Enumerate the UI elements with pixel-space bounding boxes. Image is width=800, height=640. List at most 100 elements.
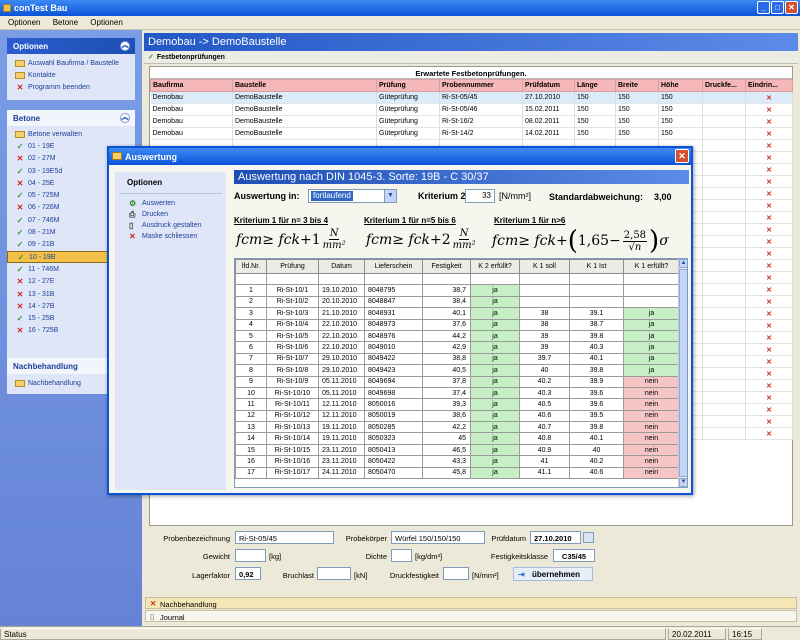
dialog-option-item[interactable]: ✕ Maske schliessen xyxy=(115,231,226,242)
table-cell: Ri-St-10/4 xyxy=(266,318,319,331)
table-row[interactable]: 4 Ri-St-10/4 22.10.2010 8048973 37,6 ja 38 38.7… xyxy=(235,318,680,331)
sidebar-item-kontakte[interactable]: Kontakte xyxy=(7,69,135,81)
column-header[interactable]: Eindrin... xyxy=(745,79,793,92)
probenbezeichnung-input[interactable]: Ri-St-05/45 xyxy=(235,531,334,544)
column-header[interactable]: Lieferschein xyxy=(364,259,423,274)
column-header[interactable]: Prüfung xyxy=(376,79,440,92)
dialog-option-item[interactable]: ▯ Ausdruck gestalten xyxy=(115,220,226,231)
column-header[interactable]: Baufirma xyxy=(150,79,233,92)
tab-festbetonpruefungen[interactable]: ✓ Festbetonprüfungen xyxy=(144,51,798,64)
column-header[interactable]: Festigkeit xyxy=(422,259,471,274)
column-header[interactable]: Baustelle xyxy=(232,79,377,92)
sidebar-item-beton[interactable]: Betone verwalten xyxy=(7,128,135,140)
status-cross-cell: ✕ xyxy=(745,403,793,416)
sidebar-item-label: 08 - 21M xyxy=(28,229,56,237)
table-row[interactable]: Demobau DemoBaustelle Güteprüfung Ri-St-05/… xyxy=(150,103,793,116)
chevron-down-icon[interactable]: ▼ xyxy=(384,190,396,202)
sidebar-panel-header[interactable]: Betone ︽ xyxy=(7,110,135,126)
menu-optionen[interactable]: Optionen xyxy=(0,16,45,27)
column-header[interactable]: Datum xyxy=(318,259,365,274)
table-row[interactable]: Demobau DemoBaustelle Güteprüfung Ri-St-05/… xyxy=(150,91,793,104)
column-header[interactable]: K 1 erfüllt? xyxy=(623,259,680,274)
table-row[interactable]: 9 Ri-St-10/9 05.11.2010 8049694 37,8 ja 40.2 39… xyxy=(235,375,680,388)
table-caption: Erwartete Festbetonprüfungen. xyxy=(150,67,792,79)
probekoerper-input[interactable]: Würfel 150/150/150 xyxy=(391,531,485,544)
sidebar-item-label: 15 - 25B xyxy=(28,315,55,323)
column-header[interactable]: Probennummer xyxy=(439,79,523,92)
table-row[interactable]: Demobau DemoBaustelle Güteprüfung Ri-St-14/… xyxy=(150,127,793,140)
column-header[interactable]: Höhe xyxy=(658,79,703,92)
column-header[interactable]: Prüfdatum xyxy=(522,79,575,92)
column-header[interactable]: Breite xyxy=(615,79,659,92)
sidebar-panel-header[interactable]: Optionen ︽ xyxy=(7,38,135,54)
table-row[interactable]: 17 Ri-St-10/17 24.11.2010 8050470 45,8 ja 41.1… xyxy=(235,466,680,480)
lagerfaktor-input[interactable]: 0,92 xyxy=(235,567,261,580)
table-row[interactable]: 15 Ri-St-10/15 23.11.2010 8050413 46,5 ja 40.9… xyxy=(235,443,680,457)
table-row[interactable]: 3 Ri-St-10/3 21.10.2010 8048931 40,1 ja 38 39.1… xyxy=(235,307,680,320)
table-cell: 23.11.2010 xyxy=(318,455,365,468)
column-header[interactable]: Länge xyxy=(574,79,616,92)
sidebar-item-baufirma[interactable]: Auswahl Baufirma / Baustelle xyxy=(7,57,135,69)
sample-form: Probenbezeichnung Ri-St-05/45 Probekörpe… xyxy=(149,528,793,594)
table-row[interactable]: 12 Ri-St-10/12 12.11.2010 8050019 38,6 ja 40.6… xyxy=(235,409,680,423)
table-row[interactable]: 5 Ri-St-10/5 22.10.2010 8048976 44,2 ja 39 39.8… xyxy=(235,329,680,343)
column-header[interactable]: K 2 erfüllt? xyxy=(470,259,520,274)
druckfestigkeit-input[interactable] xyxy=(443,567,469,580)
table-row[interactable]: 6 Ri-St-10/6 22.10.2010 8049010 42,9 ja 39 40.3… xyxy=(235,341,680,354)
table-row[interactable]: Demobau DemoBaustelle Güteprüfung Ri-St-16/… xyxy=(150,115,793,128)
section-journal[interactable]: ▯ Journal xyxy=(145,610,797,622)
table-row[interactable]: 1 Ri-St-10/1 19.10.2010 8048795 38,7 ja xyxy=(235,284,680,297)
festigkeitsklasse-input[interactable]: C35/45 xyxy=(553,549,595,562)
scroll-up-icon[interactable]: ▲ xyxy=(679,259,687,268)
table-cell: 41.1 xyxy=(519,466,570,480)
dialog-option-item[interactable]: ⎙ Drucken xyxy=(115,209,226,220)
calendar-icon[interactable] xyxy=(583,532,594,543)
close-button[interactable]: ✕ xyxy=(785,1,798,14)
collapse-icon[interactable]: ︽ xyxy=(120,41,130,51)
dialog-option-item[interactable]: ⚙ Auswerten xyxy=(115,198,226,209)
table-cell xyxy=(519,295,570,309)
minimize-button[interactable]: _ xyxy=(757,1,770,14)
scroll-down-icon[interactable]: ▼ xyxy=(679,478,687,487)
column-header[interactable]: Prüfung xyxy=(266,259,319,274)
column-header[interactable]: Druckfe... xyxy=(702,79,746,92)
panel-title: Optionen xyxy=(13,42,49,51)
menu-bar: Optionen Betone Optionen xyxy=(0,16,800,30)
table-cell xyxy=(702,355,746,368)
table-row[interactable]: 11 Ri-St-10/11 12.11.2010 8050016 39,3 ja 40.5… xyxy=(235,398,680,411)
table-cell: 40 xyxy=(569,443,624,457)
collapse-icon[interactable]: ︽ xyxy=(120,113,130,123)
menu-betone[interactable]: Betone xyxy=(48,16,83,27)
pruefdatum-input[interactable]: 27.10.2010 xyxy=(530,531,581,544)
dialog-close-button[interactable]: ✕ xyxy=(675,149,689,163)
column-header[interactable]: K 1 soll xyxy=(519,259,570,274)
evaluation-scrollbar[interactable]: ▲ ▼ xyxy=(678,259,687,487)
table-row[interactable]: 13 Ri-St-10/13 19.11.2010 8050285 42,2 ja 40.7… xyxy=(235,421,680,434)
table-cell xyxy=(623,295,680,309)
section-label: Nachbehandlung xyxy=(160,600,217,609)
table-row[interactable] xyxy=(235,272,680,286)
evaluation-header: Auswertung nach DIN 1045-3. Sorte: 19B -… xyxy=(234,170,689,184)
table-row[interactable]: 2 Ri-St-10/2 20.10.2010 8048847 38,4 ja xyxy=(235,295,680,309)
table-row[interactable]: 8 Ri-St-10/8 29.10.2010 8049423 40,5 ja 40 39.8… xyxy=(235,364,680,377)
column-header[interactable]: lfd.Nr. xyxy=(235,259,267,274)
auswertung-select[interactable]: fortlaufend ▼ xyxy=(308,189,397,203)
table-cell xyxy=(702,235,746,248)
uebernehmen-button[interactable]: ⇥ übernehmen xyxy=(513,567,593,581)
bruchlast-input[interactable] xyxy=(317,567,351,580)
table-row[interactable]: 16 Ri-St-10/16 23.11.2010 8050422 43,3 ja 41 40… xyxy=(235,455,680,468)
table-cell: 14.02.2011 xyxy=(522,127,575,140)
kriterium2-input[interactable]: 33 xyxy=(465,189,495,203)
table-row[interactable]: 7 Ri-St-10/7 29.10.2010 8049422 38,8 ja 39.7 40… xyxy=(235,352,680,366)
scroll-thumb[interactable] xyxy=(679,269,687,477)
gewicht-input[interactable] xyxy=(235,549,266,562)
table-row[interactable]: 10 Ri-St-10/10 05.11.2010 8049698 37,4 ja 40.3… xyxy=(235,386,680,400)
dichte-input[interactable] xyxy=(391,549,412,562)
menu-optionen-2[interactable]: Optionen xyxy=(85,16,127,27)
bruchlast-unit: [kN] xyxy=(354,571,368,580)
maximize-button[interactable]: □ xyxy=(771,1,784,14)
sidebar-item-programm-beenden[interactable]: ✕ Programm beenden xyxy=(7,82,135,94)
section-nachbehandlung[interactable]: ✕ Nachbehandlung xyxy=(145,597,797,609)
column-header[interactable]: K 1 Ist xyxy=(569,259,624,274)
table-row[interactable]: 14 Ri-St-10/14 19.11.2010 8050323 45 ja 40.8 40… xyxy=(235,432,680,445)
